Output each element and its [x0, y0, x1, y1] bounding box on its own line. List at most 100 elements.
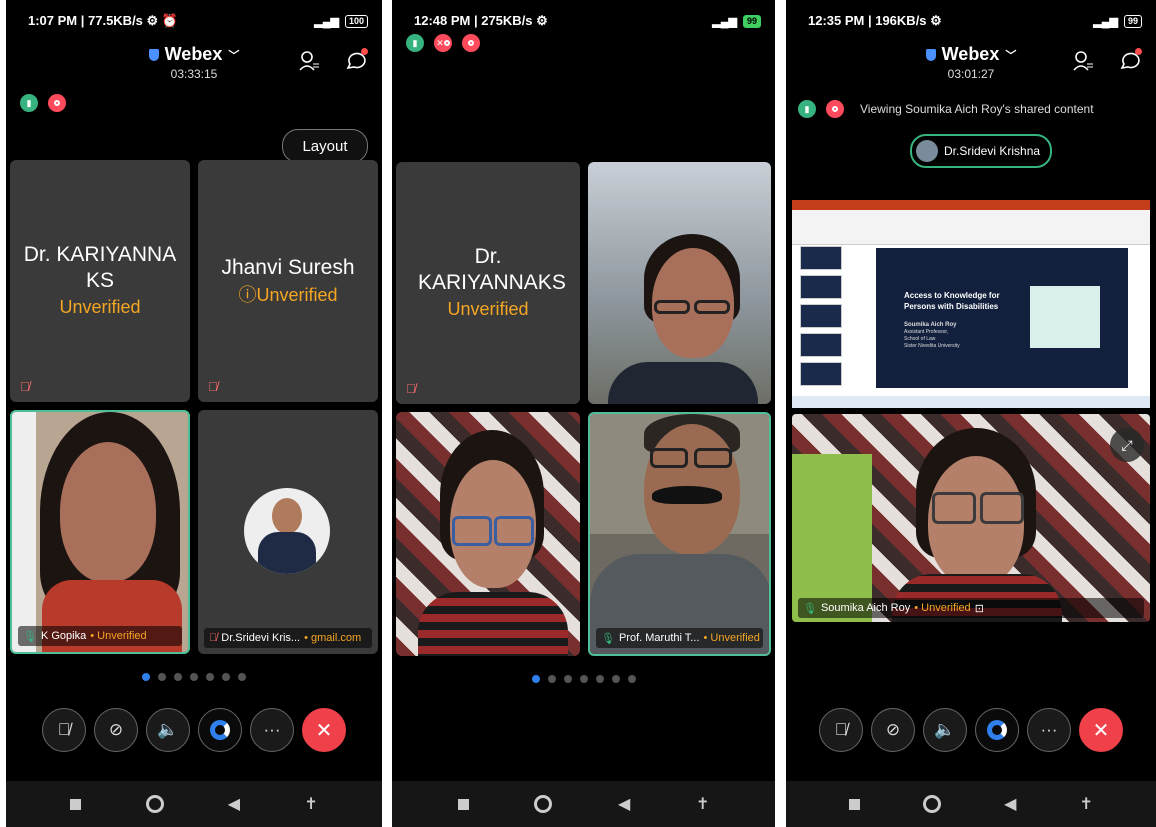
- glasses: [654, 300, 690, 314]
- signal-icon: ▂▄▆: [712, 15, 737, 28]
- layout-button[interactable]: Layout: [282, 129, 368, 163]
- end-call-button[interactable]: ✕: [1079, 708, 1123, 752]
- battery-icon: 100: [344, 14, 368, 28]
- recording-icon[interactable]: [462, 34, 480, 52]
- audio-button[interactable]: 🔈: [923, 708, 967, 752]
- home-button[interactable]: [534, 795, 553, 813]
- verification-status: Unverified: [447, 299, 529, 319]
- call-controls: 🎙̸ ⊘ 🔈 ··· ✕: [6, 708, 382, 752]
- glasses: [452, 516, 492, 546]
- chevron-down-icon[interactable]: ﹀: [228, 47, 239, 63]
- page-indicator[interactable]: [531, 675, 636, 683]
- mic-muted-icon: 🎙̸: [834, 720, 848, 739]
- android-nav-bar: ◀ ✝: [392, 781, 775, 827]
- participant-tile[interactable]: Dr. KARIYANNAKS Unverified 🎙̸: [396, 162, 580, 404]
- back-button[interactable]: ◀: [228, 794, 240, 814]
- background-wall: [12, 412, 36, 652]
- slide-illustration: [1030, 286, 1100, 348]
- home-button[interactable]: [145, 795, 164, 813]
- participant-label: 🎙 Soumika Aich Roy • Unverified ⊡: [798, 598, 1144, 618]
- webex-icon: [210, 720, 230, 740]
- page-indicator[interactable]: [142, 673, 246, 681]
- chat-icon[interactable]: [1118, 48, 1142, 72]
- network-quality-icon[interactable]: ▮: [406, 34, 424, 52]
- network-quality-icon[interactable]: ▮: [20, 94, 38, 112]
- participant-label: 🎙̸ Dr.Sridevi Kris... • gmail.com: [204, 628, 372, 648]
- status-bar: 12:35 PM | 196KB/s ⚙ ▂▄▆ 99: [808, 10, 1142, 32]
- video-tile[interactable]: 🎙 K Gopika • Unverified: [10, 410, 190, 654]
- slide-author: Soumika Aich Roy Assistant Professor, Sc…: [904, 322, 960, 349]
- recents-button[interactable]: [849, 798, 861, 810]
- video-button[interactable]: ⊘: [94, 708, 138, 752]
- accessibility-button[interactable]: ✝: [1080, 794, 1093, 814]
- indicators: ▮ ✕: [406, 34, 480, 52]
- glasses: [494, 516, 534, 546]
- mic-icon: 🎙: [803, 602, 817, 615]
- participant-tile[interactable]: 🎙̸ Dr.Sridevi Kris... • gmail.com: [198, 410, 378, 654]
- accessibility-button[interactable]: ✝: [696, 794, 709, 814]
- participant-name: Jhanvi Suresh: [221, 256, 355, 279]
- video-off-icon: ⊘: [885, 720, 901, 739]
- mute-button[interactable]: 🎙̸: [819, 708, 863, 752]
- recording-icon[interactable]: [826, 100, 844, 118]
- accessibility-button[interactable]: ✝: [304, 794, 317, 814]
- webex-assistant-button[interactable]: [975, 708, 1019, 752]
- home-button[interactable]: [923, 795, 942, 813]
- windows-taskbar: [792, 396, 1150, 408]
- sharing-status: Viewing Soumika Aich Roy's shared conten…: [860, 102, 1094, 116]
- mic-muted-icon: 🎙̸: [208, 379, 218, 394]
- participant-tile[interactable]: Jhanvi Suresh ⓘUnverified 🎙̸: [198, 160, 378, 402]
- recents-button[interactable]: [70, 798, 82, 810]
- avatar: [916, 140, 938, 162]
- slide-thumbnails: [796, 246, 844, 386]
- expand-icon[interactable]: ⤢: [1110, 428, 1144, 462]
- mic-muted-icon[interactable]: ✕: [434, 34, 452, 52]
- app-title[interactable]: Webex: [165, 44, 223, 65]
- video-tile[interactable]: [588, 162, 771, 404]
- clothing: [418, 592, 568, 656]
- mic-muted-icon: 🎙̸: [209, 632, 218, 644]
- indicators: ▮: [20, 94, 66, 112]
- mic-muted-icon: 🎙̸: [57, 720, 71, 739]
- active-speaker-pill[interactable]: Dr.Sridevi Krishna: [910, 134, 1053, 168]
- audio-button[interactable]: 🔈: [146, 708, 190, 752]
- slide-title: Access to Knowledge for Persons with Dis…: [904, 291, 1000, 311]
- info-icon[interactable]: ⊡: [975, 602, 984, 615]
- video-tile[interactable]: 🎙 Prof. Maruthi T... • Unverified: [588, 412, 771, 656]
- mute-button[interactable]: 🎙̸: [42, 708, 86, 752]
- more-button[interactable]: ···: [1027, 708, 1071, 752]
- back-button[interactable]: ◀: [1004, 794, 1016, 814]
- participant-name: Dr. KARIYANNAKS: [418, 245, 566, 294]
- recents-button[interactable]: [457, 798, 469, 810]
- video-tile[interactable]: [396, 412, 580, 656]
- app-title[interactable]: Webex: [942, 44, 1000, 65]
- background-object: [792, 454, 872, 622]
- shared-content[interactable]: Access to Knowledge for Persons with Dis…: [792, 200, 1150, 408]
- face: [60, 442, 156, 582]
- participant-label: 🎙 Prof. Maruthi T... • Unverified: [596, 628, 763, 648]
- network-quality-icon[interactable]: ▮: [798, 100, 816, 118]
- back-button[interactable]: ◀: [618, 794, 630, 814]
- end-call-button[interactable]: ✕: [302, 708, 346, 752]
- glasses: [932, 492, 976, 524]
- participant-label: 🎙 K Gopika • Unverified: [18, 626, 182, 646]
- recording-icon[interactable]: [48, 94, 66, 112]
- participant-tile[interactable]: Dr. KARIYANNA KS Unverified 🎙̸: [10, 160, 190, 402]
- participants-icon[interactable]: [1072, 50, 1094, 72]
- call-controls: 🎙̸ ⊘ 🔈 ··· ✕: [786, 708, 1156, 752]
- more-button[interactable]: ···: [250, 708, 294, 752]
- speaker-icon: 🔈: [157, 720, 179, 739]
- webex-assistant-button[interactable]: [198, 708, 242, 752]
- participants-icon[interactable]: [298, 50, 320, 72]
- chat-icon[interactable]: [344, 48, 368, 72]
- status-time: 12:35 PM | 196KB/s ⚙: [808, 13, 942, 28]
- ppt-title-bar: [792, 200, 1150, 210]
- video-tile[interactable]: 🎙 Soumika Aich Roy • Unverified ⊡: [792, 414, 1150, 622]
- chevron-down-icon[interactable]: ﹀: [1005, 47, 1016, 63]
- video-button[interactable]: ⊘: [871, 708, 915, 752]
- mic-icon: 🎙: [601, 632, 615, 645]
- battery-icon: 99: [1123, 14, 1142, 28]
- mic-icon: 🎙: [23, 630, 37, 643]
- verification-status: ⓘUnverified: [238, 285, 338, 305]
- android-nav-bar: ◀ ✝: [786, 781, 1156, 827]
